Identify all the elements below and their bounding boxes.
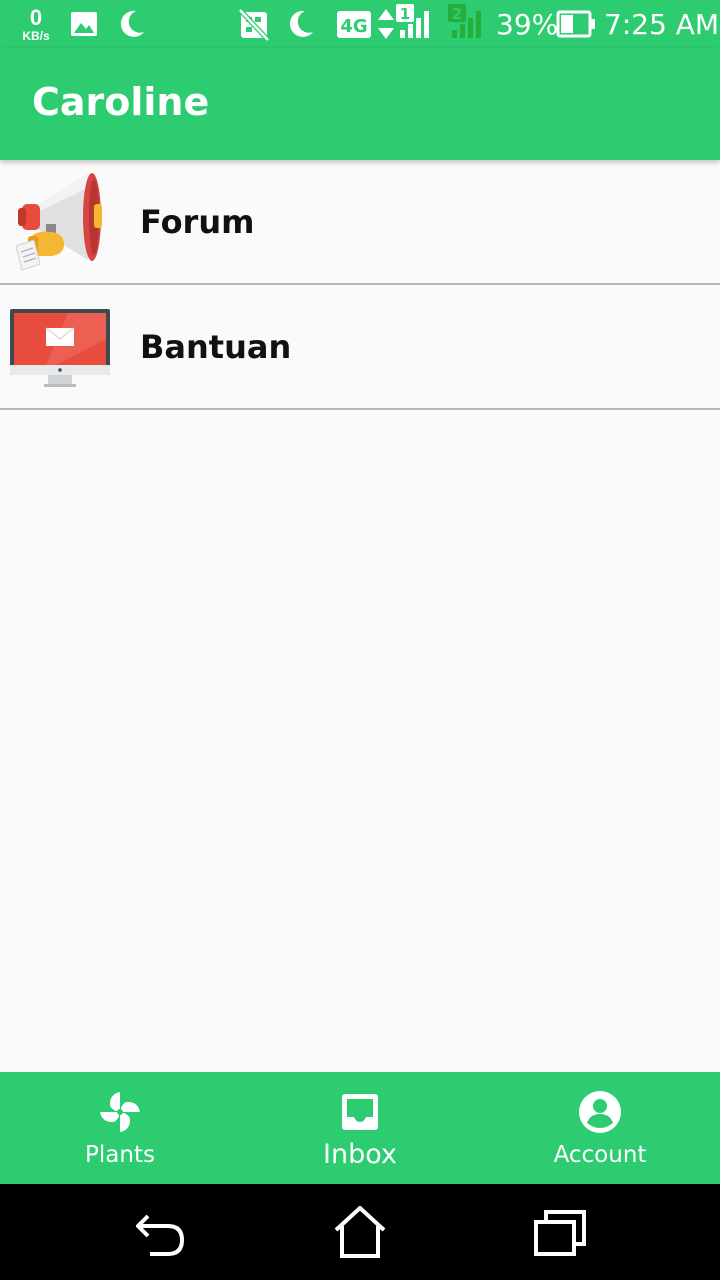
network-speed-value: 0 (29, 4, 43, 30)
image-icon (71, 12, 97, 36)
app-bar: Caroline (0, 48, 720, 160)
page-title: Caroline (32, 80, 210, 124)
signal-sim1-icon: 1 (396, 4, 429, 38)
4g-icon: 4G (337, 11, 371, 38)
nav-label: Inbox (323, 1139, 397, 1170)
svg-text:1: 1 (400, 5, 410, 23)
monitor-icon (10, 309, 110, 387)
list-item-label: Bantuan (140, 327, 292, 366)
system-navigation-bar (0, 1184, 720, 1280)
network-speed: 0 KB/s (16, 0, 56, 48)
inbox-icon (342, 1094, 378, 1130)
list-item-bantuan[interactable]: Bantuan (0, 285, 720, 410)
data-arrows-icon (378, 9, 394, 39)
list-item-label: Forum (140, 202, 255, 241)
moon-icon (289, 10, 313, 37)
pinwheel-icon (100, 1092, 140, 1132)
nav-label: Account (553, 1142, 647, 1168)
megaphone-icon (15, 173, 102, 271)
network-speed-unit: KB/s (22, 28, 50, 43)
battery-percentage: 39% (496, 7, 559, 41)
recents-icon[interactable] (530, 1204, 590, 1260)
signal-sim2-icon: 2 (448, 4, 481, 38)
no-sim-icon (238, 8, 270, 42)
moon-icon (120, 10, 144, 37)
battery-icon (556, 10, 595, 38)
nav-label: Plants (85, 1142, 155, 1168)
list-item-forum[interactable]: Forum (0, 160, 720, 285)
clock: 7:25 AM (604, 7, 720, 41)
status-bar: 0 KB/s 4G 1 2 39% 7:25 AM (0, 0, 720, 48)
nav-item-inbox[interactable]: Inbox (240, 1072, 480, 1184)
account-circle-icon (579, 1091, 621, 1133)
svg-text:4G: 4G (340, 16, 367, 37)
back-icon[interactable] (130, 1204, 190, 1260)
svg-text:2: 2 (452, 5, 462, 23)
bottom-navigation: Plants Inbox Account (0, 1072, 720, 1184)
menu-list: Forum Bantuan (0, 160, 720, 410)
nav-item-plants[interactable]: Plants (0, 1072, 240, 1184)
home-icon[interactable] (330, 1204, 390, 1260)
nav-item-account[interactable]: Account (480, 1072, 720, 1184)
